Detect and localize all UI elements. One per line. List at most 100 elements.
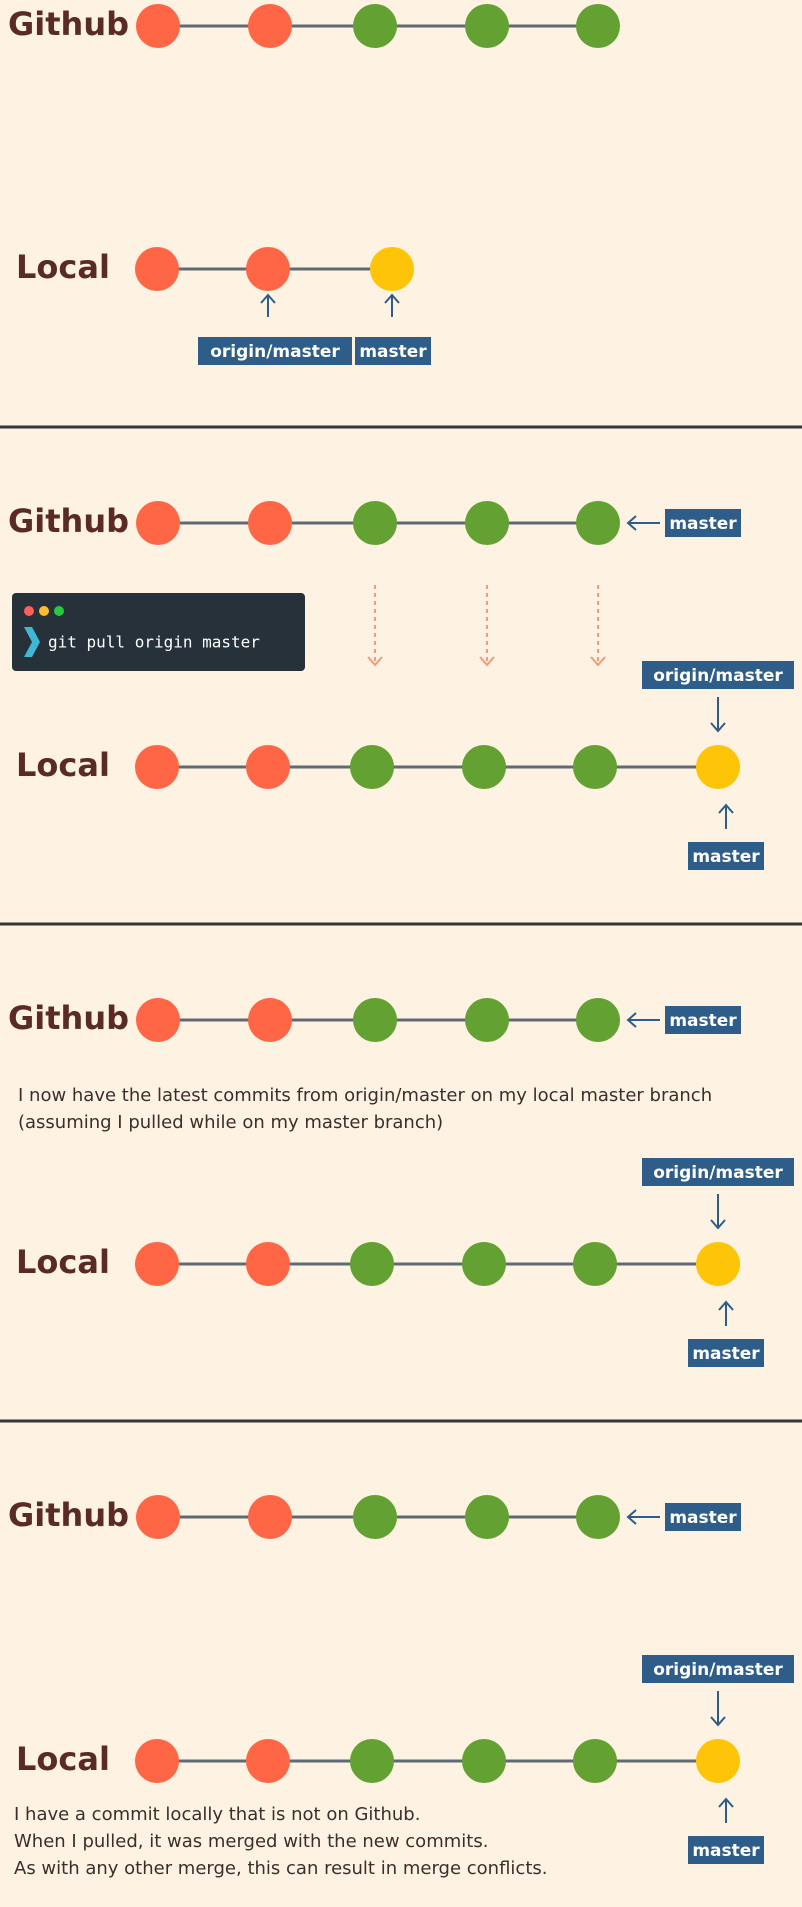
- github-master-arrow: [626, 1012, 660, 1028]
- master-tag-text: master: [692, 847, 760, 867]
- pull-arrow: [367, 585, 383, 667]
- origin-master-tag-text: origin/master: [653, 1163, 783, 1183]
- github-master-arrow: [626, 1509, 660, 1525]
- panel-4: Github master Local origin/master master I ha…: [8, 1495, 794, 1879]
- master-tag-text: master: [359, 342, 427, 362]
- local-label: Local: [16, 248, 110, 286]
- github-commits: [136, 4, 620, 48]
- local-commits-commit: [246, 1242, 290, 1286]
- github-commits-commit: [353, 998, 397, 1042]
- github-master-tag: master: [665, 1503, 741, 1531]
- master-tag: master: [355, 337, 431, 365]
- origin-master-arrow: [710, 1691, 726, 1727]
- github-commits-commit: [136, 4, 180, 48]
- note-line: When I pulled, it was merged with the ne…: [14, 1831, 488, 1852]
- window-dot-icon: [39, 606, 49, 616]
- local-commits-commit: [573, 745, 617, 789]
- master-arrow: [718, 1300, 734, 1326]
- master-tag: master: [688, 842, 764, 870]
- local-commits-commit: [462, 1242, 506, 1286]
- github-commits-commit: [465, 1495, 509, 1539]
- local-commits-commit: [350, 1739, 394, 1783]
- local-label: Local: [16, 746, 110, 784]
- window-dot-icon: [24, 606, 34, 616]
- local-commits-commit: [370, 247, 414, 291]
- github-master-tag-text: master: [669, 514, 737, 534]
- local-commits-commit: [462, 745, 506, 789]
- github-label: Github: [8, 999, 129, 1037]
- local-commits-commit: [135, 1739, 179, 1783]
- github-commits-commit: [353, 4, 397, 48]
- master-arrow: [718, 803, 734, 829]
- git-pull-diagram: Github Local origin/master master Github mast…: [0, 4, 802, 1879]
- origin-master-arrow: [710, 697, 726, 733]
- panel-3: Github master Local origin/master master I no…: [8, 998, 794, 1367]
- github-label: Github: [8, 1496, 129, 1534]
- github-commits-commit: [465, 501, 509, 545]
- local-commits-commit: [246, 247, 290, 291]
- github-commits-commit: [576, 998, 620, 1042]
- panel-1: Github Local origin/master master: [8, 4, 620, 365]
- github-commits-commit: [576, 501, 620, 545]
- github-commits-commit: [248, 4, 292, 48]
- origin-master-tag: origin/master: [642, 1655, 794, 1683]
- github-commits-commit: [576, 1495, 620, 1539]
- local-commits-commit: [246, 1739, 290, 1783]
- github-commits-commit: [136, 501, 180, 545]
- note-text-block: I have a commit locally that is not on G…: [14, 1804, 547, 1879]
- local-commits-commit: [573, 1242, 617, 1286]
- local-commits: [135, 1242, 740, 1286]
- github-label: Github: [8, 502, 129, 540]
- github-master-tag-text: master: [669, 1508, 737, 1528]
- origin-master-arrow: [260, 293, 276, 317]
- origin-master-tag: origin/master: [198, 337, 352, 365]
- terminal-window: git pull origin master: [12, 593, 305, 671]
- local-label: Local: [16, 1243, 110, 1281]
- local-commits-commit: [696, 1242, 740, 1286]
- local-commits-commit: [246, 745, 290, 789]
- note-line: (assuming I pulled while on my master br…: [18, 1112, 443, 1133]
- github-commits: [136, 998, 620, 1042]
- terminal-command: git pull origin master: [48, 633, 260, 652]
- local-commits-commit: [696, 745, 740, 789]
- panel-2: Github master Local origin/master master git …: [8, 501, 794, 870]
- github-commits-commit: [465, 4, 509, 48]
- local-commits: [135, 1739, 740, 1783]
- note-line: I now have the latest commits from origi…: [18, 1085, 712, 1106]
- local-commits: [135, 745, 740, 789]
- note-line: I have a commit locally that is not on G…: [14, 1804, 420, 1825]
- origin-master-tag-text: origin/master: [653, 666, 783, 686]
- master-arrow: [718, 1797, 734, 1823]
- local-commits-commit: [696, 1739, 740, 1783]
- github-master-tag: master: [665, 1006, 741, 1034]
- local-commits: [135, 247, 414, 291]
- local-label: Local: [16, 1740, 110, 1778]
- github-commits-commit: [248, 501, 292, 545]
- origin-master-tag-text: origin/master: [210, 342, 340, 362]
- github-label: Github: [8, 5, 129, 43]
- github-commits-commit: [136, 1495, 180, 1539]
- github-commits-commit: [353, 1495, 397, 1539]
- github-commits-commit: [465, 998, 509, 1042]
- local-commits-commit: [573, 1739, 617, 1783]
- github-commits: [136, 1495, 620, 1539]
- local-commits-commit: [350, 745, 394, 789]
- master-tag-text: master: [692, 1841, 760, 1861]
- origin-master-tag-text: origin/master: [653, 1660, 783, 1680]
- local-commits-commit: [135, 247, 179, 291]
- master-tag-text: master: [692, 1344, 760, 1364]
- origin-master-arrow: [710, 1194, 726, 1230]
- github-commits: [136, 501, 620, 545]
- note-line: As with any other merge, this can result…: [14, 1858, 547, 1879]
- local-commits-commit: [350, 1242, 394, 1286]
- github-commits-commit: [248, 998, 292, 1042]
- master-tag: master: [688, 1339, 764, 1367]
- master-arrow: [384, 293, 400, 317]
- github-commits-commit: [353, 501, 397, 545]
- github-commits-commit: [248, 1495, 292, 1539]
- local-commits-commit: [135, 745, 179, 789]
- github-commits-commit: [136, 998, 180, 1042]
- origin-master-tag: origin/master: [642, 1158, 794, 1186]
- github-master-tag-text: master: [669, 1011, 737, 1031]
- github-commits-commit: [576, 4, 620, 48]
